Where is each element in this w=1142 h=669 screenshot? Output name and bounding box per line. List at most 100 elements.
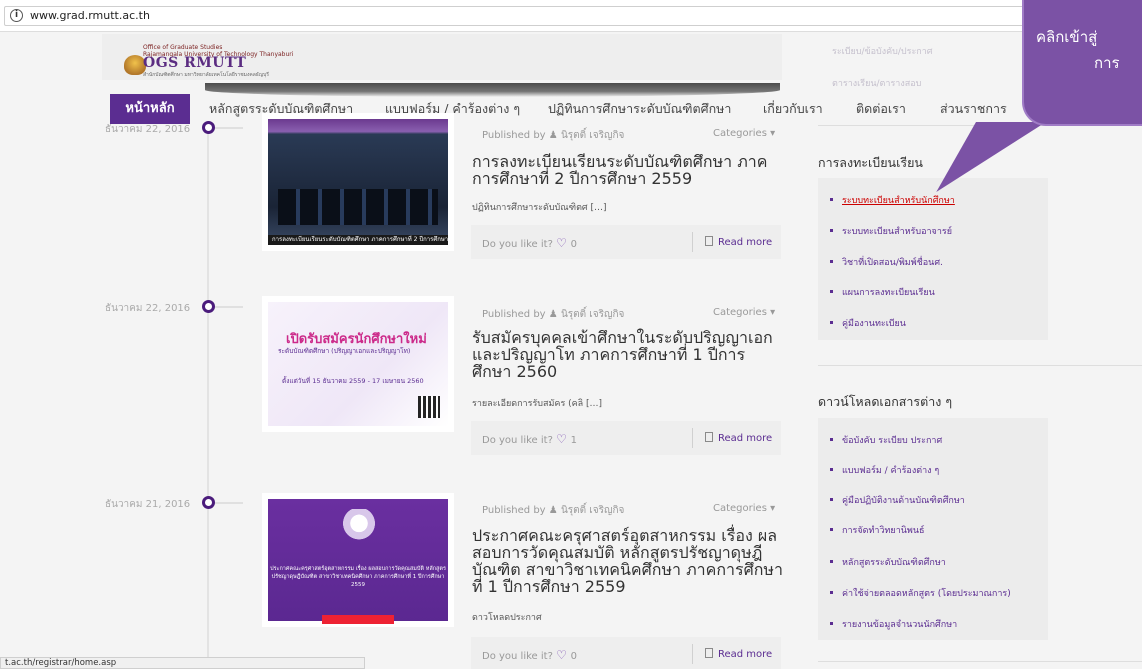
post-thumbnail[interactable]: เปิดรับสมัครนักศึกษาใหม่ ระดับบัณฑิตศึกษ… bbox=[262, 296, 454, 432]
sidebar-faded-link[interactable]: ตารางเรียน/ตารางสอบ bbox=[832, 76, 921, 90]
post-meta: Published by ♟ นิรุตติ์ เจริญกิจ bbox=[482, 503, 624, 518]
bullet-icon bbox=[830, 560, 833, 563]
like-count: 1 bbox=[570, 435, 578, 446]
bullet-icon bbox=[830, 260, 833, 263]
post-excerpt: ปฏิทินการศึกษาระดับบัณฑิตศ […] bbox=[472, 203, 607, 213]
sidebar-divider bbox=[818, 365, 1142, 366]
user-icon: ♟ bbox=[548, 130, 561, 141]
categories-dropdown[interactable]: Categories ▾ bbox=[713, 307, 775, 318]
categories-label: Categories bbox=[713, 503, 767, 514]
annotation-callout: คลิกเข้าสู่ การ bbox=[1022, 0, 1142, 126]
read-more-label: Read more bbox=[718, 649, 773, 660]
caret-down-icon: ▾ bbox=[770, 128, 776, 139]
sidebar-heading-downloads: ดาวน์โหลดเอกสารต่าง ๆ bbox=[818, 394, 953, 409]
link-label: แผนการลงทะเบียนเรียน bbox=[842, 288, 935, 298]
bullet-icon bbox=[830, 498, 833, 501]
like-control[interactable]: Do you like it? ♡ 1 bbox=[482, 432, 577, 446]
post-author[interactable]: นิรุตติ์ เจริญกิจ bbox=[561, 130, 624, 141]
post-meta: Published by ♟ นิรุตติ์ เจริญกิจ bbox=[482, 128, 624, 143]
link-label: คู่มืองานทะเบียน bbox=[842, 319, 906, 329]
link-student-registration-system[interactable]: ระบบทะเบียนสำหรับนักศึกษา bbox=[830, 193, 955, 207]
nav-item-agencies[interactable]: ส่วนราชการ bbox=[940, 94, 1007, 124]
nav-item-about[interactable]: เกี่ยวกับเรา bbox=[763, 94, 823, 124]
link-regulations[interactable]: ข้อบังคับ ระเบียบ ประกาศ bbox=[830, 433, 942, 447]
document-icon bbox=[705, 432, 713, 442]
like-control[interactable]: Do you like it? ♡ 0 bbox=[482, 648, 577, 662]
link-curriculum[interactable]: หลักสูตรระดับบัณฑิตศึกษา bbox=[830, 555, 946, 569]
categories-label: Categories bbox=[713, 128, 767, 139]
document-icon bbox=[705, 236, 713, 246]
bullet-icon bbox=[830, 198, 833, 201]
post-title[interactable]: รับสมัครบุคคลเข้าศึกษาในระดับปริญญาเอกแล… bbox=[472, 329, 784, 380]
nav-item-contact[interactable]: ติดต่อเรา bbox=[856, 94, 906, 124]
categories-dropdown[interactable]: Categories ▾ bbox=[713, 503, 775, 514]
post-author[interactable]: นิรุตติ์ เจริญกิจ bbox=[561, 309, 624, 320]
link-courses-offered[interactable]: วิชาที่เปิดสอน/พิมพ์ชื่อนศ. bbox=[830, 255, 943, 269]
thumbnail-subtitle: ระดับบัณฑิตศึกษา (ปริญญาเอกและปริญญาโท) bbox=[278, 347, 411, 355]
read-more-link[interactable]: Read more bbox=[705, 432, 772, 444]
post-date: ธันวาคม 22, 2016 bbox=[105, 303, 191, 314]
timeline-connector bbox=[215, 306, 243, 308]
post-author[interactable]: นิรุตติ์ เจริญกิจ bbox=[561, 505, 624, 516]
url-text[interactable]: www.grad.rmutt.ac.th bbox=[30, 9, 150, 22]
timeline-dot bbox=[202, 121, 215, 134]
browser-status-bar: t.ac.th/registrar/home.asp bbox=[0, 657, 365, 669]
link-label: ระบบทะเบียนสำหรับนักศึกษา bbox=[842, 196, 955, 206]
link-student-statistics[interactable]: รายงานข้อมูลจำนวนนักศึกษา bbox=[830, 617, 957, 631]
heart-icon[interactable]: ♡ bbox=[556, 236, 571, 250]
categories-dropdown[interactable]: Categories ▾ bbox=[713, 128, 775, 139]
logo-subtitle: สำนักบัณฑิตศึกษา มหาวิทยาลัยเทคโนโลยีราช… bbox=[143, 72, 269, 78]
link-label: ค่าใช้จ่ายตลอดหลักสูตร (โดยประมาณการ) bbox=[842, 589, 1011, 599]
link-label: ระบบทะเบียนสำหรับอาจารย์ bbox=[842, 227, 952, 237]
link-expenses[interactable]: ค่าใช้จ่ายตลอดหลักสูตร (โดยประมาณการ) bbox=[830, 586, 1011, 600]
bullet-icon bbox=[830, 468, 833, 471]
link-teacher-registration-system[interactable]: ระบบทะเบียนสำหรับอาจารย์ bbox=[830, 224, 952, 238]
thumbnail-dates: ตั้งแต่วันที่ 15 ธันวาคม 2559 - 17 เมษาย… bbox=[282, 377, 424, 385]
published-by-label: Published by bbox=[482, 130, 546, 141]
link-label: การจัดทำวิทยานิพนธ์ bbox=[842, 526, 925, 536]
post-footer: Do you like it? ♡ 1 Read more bbox=[471, 421, 781, 455]
post-thumbnail[interactable]: การลงทะเบียนเรียนระดับบัณฑิตศึกษา ภาคการ… bbox=[262, 113, 454, 251]
browser-address-bar: i www.grad.rmutt.ac.th bbox=[0, 0, 1142, 32]
post-excerpt: ดาวโหลดประกาศ bbox=[472, 613, 542, 623]
bullet-icon bbox=[830, 528, 833, 531]
read-more-link[interactable]: Read more bbox=[705, 236, 772, 248]
site-logo[interactable]: OGS RMUTT bbox=[143, 55, 246, 71]
footer-divider bbox=[692, 644, 693, 664]
footer-divider bbox=[692, 232, 693, 252]
link-forms[interactable]: แบบฟอร์ม / คำร้องต่าง ๆ bbox=[830, 463, 939, 477]
heart-icon[interactable]: ♡ bbox=[556, 432, 571, 446]
like-count: 0 bbox=[570, 239, 578, 250]
link-thesis[interactable]: การจัดทำวิทยานิพนธ์ bbox=[830, 523, 925, 537]
bullet-icon bbox=[830, 229, 833, 232]
heart-icon[interactable]: ♡ bbox=[556, 648, 571, 662]
caret-down-icon: ▾ bbox=[770, 307, 776, 318]
url-field[interactable]: i www.grad.rmutt.ac.th bbox=[4, 6, 1138, 26]
like-label: Do you like it? bbox=[482, 435, 553, 446]
nav-home[interactable]: หน้าหลัก bbox=[110, 94, 190, 124]
read-more-link[interactable]: Read more bbox=[705, 648, 772, 660]
read-more-label: Read more bbox=[718, 237, 773, 248]
published-by-label: Published by bbox=[482, 505, 546, 516]
link-graduate-manual[interactable]: คู่มือปฏิบัติงานด้านบัณฑิตศึกษา bbox=[830, 493, 965, 507]
bullet-icon bbox=[830, 438, 833, 441]
post-date: ธันวาคม 21, 2016 bbox=[105, 499, 191, 510]
callout-line2: การ bbox=[1094, 54, 1120, 72]
bullet-icon bbox=[830, 591, 833, 594]
thumbnail-text: ประกาศคณะครุศาสตร์อุตสาหกรรม เรื่อง ผลสอ… bbox=[270, 566, 446, 588]
link-label: หลักสูตรระดับบัณฑิตศึกษา bbox=[842, 558, 946, 568]
post-title[interactable]: ประกาศคณะครุศาสตร์อุตสาหกรรม เรื่อง ผลสอ… bbox=[472, 527, 784, 595]
like-control[interactable]: Do you like it? ♡ 0 bbox=[482, 236, 577, 250]
computer-lab-image bbox=[278, 189, 438, 225]
post-title[interactable]: การลงทะเบียนเรียนระดับบัณฑิตศึกษา ภาคการ… bbox=[472, 153, 784, 187]
nav-item-calendar[interactable]: ปฏิทินการศึกษาระดับบัณฑิตศึกษา bbox=[548, 94, 731, 124]
sidebar-faded-link[interactable]: ระเบียบ/ข้อบังคับ/ประกาศ bbox=[832, 44, 933, 58]
post-thumbnail[interactable]: ประกาศคณะครุศาสตร์อุตสาหกรรม เรื่อง ผลสอ… bbox=[262, 493, 454, 627]
info-icon[interactable]: i bbox=[10, 9, 23, 22]
sidebar-divider bbox=[818, 661, 1142, 662]
like-count: 0 bbox=[570, 651, 578, 662]
link-registration-plan[interactable]: แผนการลงทะเบียนเรียน bbox=[830, 285, 935, 299]
caret-down-icon: ▾ bbox=[770, 503, 776, 514]
link-label: วิชาที่เปิดสอน/พิมพ์ชื่อนศ. bbox=[842, 258, 943, 268]
link-registration-manual[interactable]: คู่มืองานทะเบียน bbox=[830, 316, 906, 330]
